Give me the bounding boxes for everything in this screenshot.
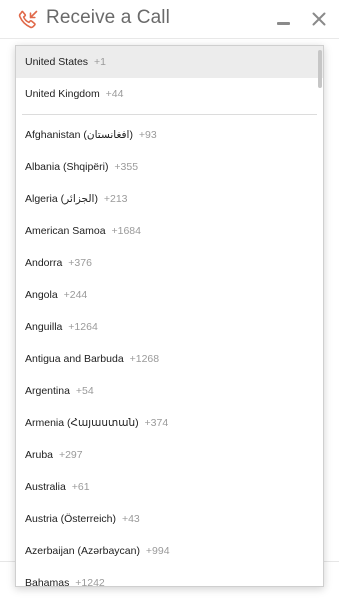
dial-code: +297 xyxy=(58,449,83,461)
country-option[interactable]: Andorra +376 xyxy=(16,247,323,279)
incoming-call-icon xyxy=(18,10,38,29)
country-option[interactable]: Algeria (الجزائر) +213 xyxy=(16,183,323,215)
dial-code: +994 xyxy=(145,545,170,557)
country-name: Antigua and Barbuda xyxy=(25,353,124,365)
preferred-divider xyxy=(22,114,317,115)
country-name: Aruba xyxy=(25,449,54,461)
country-name: Angola xyxy=(25,289,58,301)
country-option[interactable]: Bahamas +1242 xyxy=(16,567,323,587)
dial-code: +54 xyxy=(75,385,94,397)
dial-code: +213 xyxy=(103,193,128,205)
country-code-dropdown[interactable]: United States +1 United Kingdom +44 Afgh… xyxy=(15,45,324,587)
country-name: Azerbaijan (Azərbaycan) xyxy=(25,545,140,557)
dial-code: +1684 xyxy=(111,225,141,237)
country-name: Austria (Österreich) xyxy=(25,513,117,525)
country-option[interactable]: Austria (Österreich) +43 xyxy=(16,503,323,535)
dial-code: +376 xyxy=(68,257,92,269)
dial-code: +93 xyxy=(138,129,157,141)
window-header: Receive a Call xyxy=(0,0,339,39)
country-name: Australia xyxy=(25,481,66,493)
window-title: Receive a Call xyxy=(46,7,170,28)
country-option-united-kingdom[interactable]: United Kingdom +44 xyxy=(16,78,323,110)
country-option[interactable]: Aruba +297 xyxy=(16,439,323,471)
country-name: Argentina xyxy=(25,385,70,397)
country-option[interactable]: Albania (Shqipëri) +355 xyxy=(16,151,323,183)
country-name: United States xyxy=(25,56,89,68)
country-name: Albania (Shqipëri) xyxy=(25,161,109,173)
country-option[interactable]: Azerbaijan (Azərbaycan) +994 xyxy=(16,535,323,567)
country-option-united-states[interactable]: United States +1 xyxy=(16,46,323,78)
country-name: American Samoa xyxy=(25,225,106,237)
country-option[interactable]: Antigua and Barbuda +1268 xyxy=(16,343,323,375)
dial-code: +374 xyxy=(144,417,169,429)
country-option[interactable]: American Samoa +1684 xyxy=(16,215,323,247)
dial-code: +355 xyxy=(114,161,139,173)
country-name: Bahamas xyxy=(25,577,70,587)
country-option[interactable]: Argentina +54 xyxy=(16,375,323,407)
dial-code: +1268 xyxy=(129,353,160,365)
minimize-icon[interactable] xyxy=(277,22,290,25)
dial-code: +61 xyxy=(71,481,90,493)
dial-code: +43 xyxy=(121,513,140,525)
country-option[interactable]: Afghanistan (افغانستان) +93 xyxy=(16,119,323,151)
country-option[interactable]: Anguilla +1264 xyxy=(16,311,323,343)
country-name: Anguilla xyxy=(25,321,63,333)
dial-code: +44 xyxy=(105,88,124,100)
dial-code: +1242 xyxy=(75,577,105,587)
scrollbar-thumb[interactable] xyxy=(318,50,322,88)
country-name: United Kingdom xyxy=(25,88,100,100)
dropdown-scrollbar[interactable] xyxy=(317,46,323,586)
dial-code: +244 xyxy=(63,289,88,301)
country-option[interactable]: Australia +61 xyxy=(16,471,323,503)
dial-code: +1 xyxy=(93,56,106,68)
country-option[interactable]: Armenia (Հայաստան) +374 xyxy=(16,407,323,439)
country-name: Algeria (الجزائر) xyxy=(25,193,98,205)
dial-code: +1264 xyxy=(68,321,98,333)
country-name: Afghanistan (افغانستان) xyxy=(25,129,133,141)
country-list: United States +1 United Kingdom +44 Afgh… xyxy=(16,46,323,587)
country-name: Andorra xyxy=(25,257,63,269)
country-option[interactable]: Angola +244 xyxy=(16,279,323,311)
close-icon[interactable] xyxy=(311,11,327,27)
country-name: Armenia (Հայաստան) xyxy=(25,417,139,429)
